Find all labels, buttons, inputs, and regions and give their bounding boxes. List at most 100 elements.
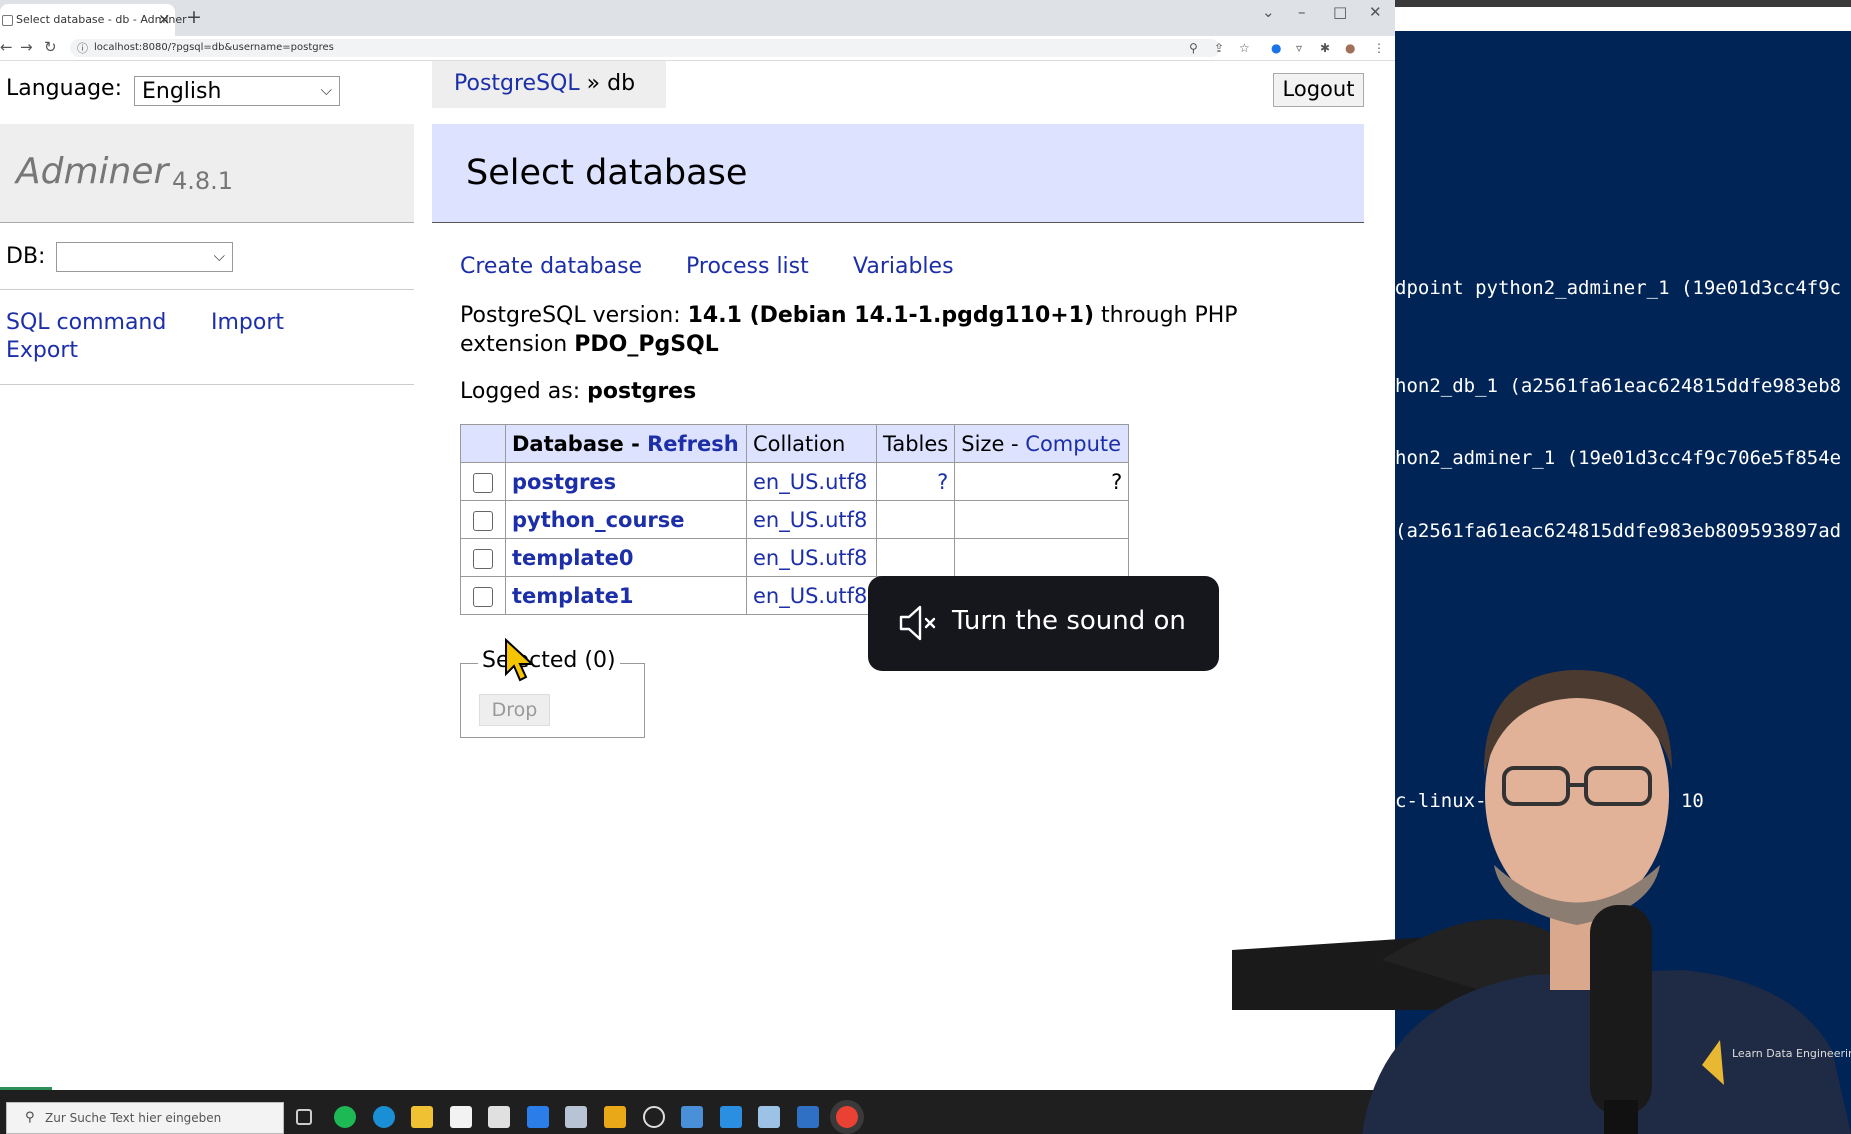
reload-icon[interactable]: ↻	[44, 38, 57, 56]
extension-info: extension PDO_PgSQL	[460, 332, 719, 357]
row-checkbox[interactable]	[473, 510, 493, 531]
sound-toast[interactable]: Turn the sound on	[868, 576, 1219, 671]
size-cell	[954, 538, 1130, 577]
collation-link[interactable]: en_US.utf8	[753, 546, 867, 570]
edge-icon[interactable]	[373, 1106, 395, 1128]
extension-icon[interactable]: ●	[1271, 41, 1281, 55]
obs-icon[interactable]	[643, 1106, 665, 1128]
drop-button[interactable]: Drop	[479, 694, 550, 726]
row-checkbox[interactable]	[473, 586, 493, 607]
share-icon[interactable]: ⇪	[1214, 41, 1224, 55]
row-checkbox[interactable]	[473, 548, 493, 569]
selected-legend: Selected (0)	[478, 648, 620, 673]
pocket-icon[interactable]: ▿	[1296, 41, 1302, 55]
db-name-link[interactable]: postgres	[512, 470, 616, 494]
app-icon[interactable]	[565, 1106, 587, 1128]
export-link[interactable]: Export	[6, 338, 78, 363]
spotify-icon[interactable]	[334, 1106, 356, 1128]
table-header-row: Database - Refresh Collation Tables Size…	[460, 424, 1130, 463]
collation-cell: en_US.utf8	[746, 500, 877, 539]
zoom-icon[interactable]: ⚲	[1189, 41, 1198, 55]
collation-link[interactable]: en_US.utf8	[753, 584, 867, 608]
browser-menu-icon[interactable]: ⋮	[1373, 41, 1385, 55]
collation-link[interactable]: en_US.utf8	[753, 470, 867, 494]
store-icon[interactable]	[450, 1106, 472, 1128]
browser-tab[interactable]: Select database - db - Adminer ×	[0, 4, 187, 36]
brand-version: 4.8.1	[172, 167, 234, 195]
language-selected-value: English	[142, 79, 222, 104]
db-name-link[interactable]: python_course	[512, 508, 685, 532]
remote-desktop-icon[interactable]	[681, 1106, 703, 1128]
row-checkbox-cell	[460, 500, 506, 539]
close-window-icon[interactable]: ✕	[1369, 3, 1382, 21]
breadcrumb-db: db	[607, 71, 636, 96]
vscode-icon[interactable]	[720, 1106, 742, 1128]
create-database-link[interactable]: Create database	[460, 254, 642, 279]
extensions-puzzle-icon[interactable]: ✱	[1320, 41, 1330, 55]
terminal-line: hon2_adminer_1 (19e01d3cc4f9c706e5f854e	[1395, 447, 1842, 469]
row-checkbox-cell	[460, 576, 506, 615]
terminal-titlebar-edge	[1395, 0, 1851, 7]
app-icon[interactable]	[758, 1106, 780, 1128]
size-cell: ?	[954, 462, 1130, 501]
tables-link[interactable]: ?	[937, 470, 948, 494]
version-info: PostgreSQL version: 14.1 (Debian 14.1-1.…	[460, 303, 1238, 328]
size-cell	[954, 500, 1130, 539]
select-all-cell	[460, 424, 506, 463]
header-dash: -	[1004, 431, 1026, 456]
brand-name-link[interactable]: Adminer	[16, 151, 168, 192]
bookmark-star-icon[interactable]: ☆	[1239, 41, 1250, 55]
tables-cell	[875, 538, 956, 577]
logged-user: postgres	[587, 379, 697, 404]
webcam-logo-text: Learn Data Engineering	[1732, 1047, 1851, 1060]
new-tab-icon[interactable]: +	[186, 6, 202, 28]
header-dash: -	[623, 431, 648, 456]
compute-link[interactable]: Compute	[1025, 432, 1121, 456]
taskbar-search-placeholder: Zur Suche Text hier eingeben	[45, 1111, 222, 1125]
table-row: postgres en_US.utf8 ? ?	[460, 462, 1130, 501]
variables-link[interactable]: Variables	[853, 254, 954, 279]
language-label: Language:	[6, 76, 122, 101]
speaker-muted-icon	[899, 605, 936, 641]
powershell-icon[interactable]	[797, 1106, 819, 1128]
collation-link[interactable]: en_US.utf8	[753, 508, 867, 532]
chrome-icon[interactable]	[836, 1106, 858, 1128]
row-checkbox[interactable]	[473, 472, 493, 493]
language-select[interactable]: English ⌵	[134, 76, 340, 106]
tab-search-icon[interactable]: ⌄	[1262, 3, 1275, 21]
breadcrumb-separator: »	[586, 71, 601, 96]
mail-icon[interactable]	[488, 1106, 510, 1128]
minimize-icon[interactable]: –	[1298, 3, 1306, 21]
forward-icon[interactable]: →	[20, 38, 33, 56]
task-view-icon[interactable]	[296, 1109, 312, 1125]
logout-button[interactable]: Logout	[1273, 73, 1364, 107]
breadcrumb-system-link[interactable]: PostgreSQL	[454, 71, 580, 96]
sql-command-link[interactable]: SQL command	[6, 310, 166, 335]
table-row: python_course en_US.utf8	[460, 500, 1130, 539]
site-info-icon[interactable]: ⓘ	[77, 40, 88, 56]
back-icon[interactable]: ←	[0, 38, 13, 56]
linux-icon[interactable]	[604, 1106, 626, 1128]
address-url: localhost:8080/?pgsql=db&username=postgr…	[94, 42, 334, 53]
tables-cell	[875, 500, 956, 539]
maximize-icon[interactable]: □	[1333, 3, 1347, 21]
column-header-collation: Collation	[746, 424, 877, 463]
db-select[interactable]: ⌵	[56, 242, 233, 272]
tables-cell: ?	[875, 462, 956, 501]
zoom-app-icon[interactable]	[527, 1106, 549, 1128]
db-name-link[interactable]: template0	[512, 546, 633, 570]
profile-avatar-icon[interactable]: ●	[1345, 41, 1355, 55]
process-list-link[interactable]: Process list	[686, 254, 809, 279]
address-bar[interactable]: ⓘ localhost:8080/?pgsql=db&username=post…	[70, 39, 1220, 57]
sidebar-divider	[0, 384, 414, 385]
taskbar-search-box[interactable]: ⚲ Zur Suche Text hier eingeben	[6, 1102, 284, 1134]
collation-cell: en_US.utf8	[746, 462, 877, 501]
file-explorer-icon[interactable]	[411, 1106, 433, 1128]
db-name-link[interactable]: template1	[512, 584, 633, 608]
refresh-link[interactable]: Refresh	[647, 432, 739, 456]
version-prefix: PostgreSQL version:	[460, 303, 681, 328]
sound-toast-text: Turn the sound on	[952, 606, 1186, 636]
import-link[interactable]: Import	[211, 310, 284, 335]
close-tab-icon[interactable]: ×	[158, 10, 171, 28]
sidebar-divider	[0, 289, 414, 290]
